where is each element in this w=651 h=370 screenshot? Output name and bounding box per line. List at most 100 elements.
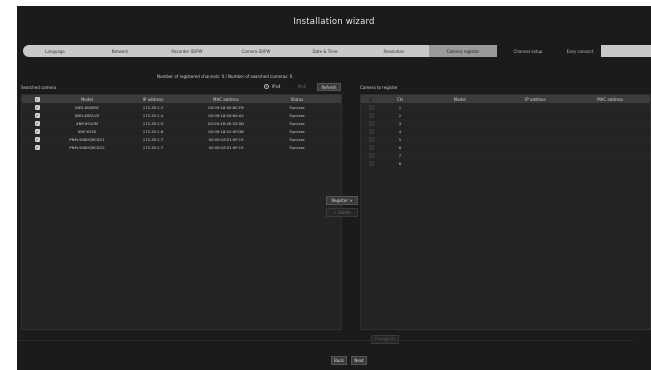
table-row[interactable]: 6 xyxy=(361,143,650,151)
table-row[interactable]: 5 xyxy=(361,135,650,143)
table-row[interactable]: ✓ XND-6080RF 172.30.1.3 00:09:18:50:8C:F… xyxy=(22,103,341,111)
next-button[interactable]: Next xyxy=(351,356,367,365)
searched-camera-label: Searched camera xyxy=(21,85,57,90)
tab-recorder-id-pw[interactable]: Recorder ID/PW xyxy=(153,45,221,57)
camera-to-register-table: CH Model IP address MAC address 1 2 3 4 … xyxy=(360,94,651,330)
cell-status: Success xyxy=(289,112,305,118)
delete-button[interactable]: < Delete xyxy=(326,208,358,217)
cell-status: Success xyxy=(289,120,305,126)
table-row[interactable]: 3 xyxy=(361,119,650,127)
header-ip: IP address xyxy=(142,96,164,102)
ipv6-label[interactable]: IPv6 xyxy=(298,84,307,89)
cell-model: XNP-6010M xyxy=(76,120,98,126)
table-row[interactable]: 1 xyxy=(361,103,650,111)
table-row[interactable]: 4 xyxy=(361,127,650,135)
tab-date-time[interactable]: Date & Time xyxy=(291,45,359,57)
cell-mac: 00:09:18:51:9F:19 xyxy=(208,144,244,150)
row-checkbox[interactable]: ✓ xyxy=(34,144,40,150)
cell-model: PNM-9080QRCSG1 xyxy=(69,136,105,142)
row-checkbox[interactable] xyxy=(368,104,374,110)
row-checkbox[interactable]: ✓ xyxy=(34,112,40,118)
cell-model: XND-6080RF xyxy=(74,104,100,110)
footer-divider xyxy=(17,340,633,341)
cell-status: Success xyxy=(289,136,305,142)
ip-mode-selector: IPv4 IPv6 xyxy=(264,84,306,89)
cell-model: PNM-9080QRCSG2 xyxy=(69,144,105,150)
window-title: Installation wizard xyxy=(293,17,375,27)
refresh-button[interactable]: Refresh xyxy=(317,83,341,91)
header-check: ✓ xyxy=(22,96,52,102)
tab-language[interactable]: Language xyxy=(23,45,87,57)
ipv4-label: IPv4 xyxy=(272,84,281,89)
cell-ch: 6 xyxy=(398,144,402,150)
cell-ch: 1 xyxy=(398,104,402,110)
cell-model: XND-8081VZ xyxy=(74,112,100,118)
table-row[interactable]: 8 xyxy=(361,159,650,167)
cell-status: Success xyxy=(289,144,305,150)
cell-ch: 7 xyxy=(398,152,402,158)
cell-mac: 00:09:18:51:9F:19 xyxy=(208,136,244,142)
cell-ip: 172.30.1.3 xyxy=(142,104,164,110)
header-mac: MAC address xyxy=(213,96,239,102)
row-checkbox[interactable] xyxy=(368,136,374,142)
cell-ch: 3 xyxy=(398,120,402,126)
header-mac: MAC address xyxy=(597,96,624,102)
row-checkbox[interactable]: ✓ xyxy=(34,128,40,134)
table-row[interactable]: ✓ XNP-6320 172.30.1.6 00:09:18:52:0F:DB … xyxy=(22,127,341,135)
row-checkbox[interactable]: ✓ xyxy=(34,120,40,126)
register-button[interactable]: Register > xyxy=(326,196,358,205)
header-status: Status xyxy=(290,96,304,102)
cell-mac: 00:09:18:50:64:A2 xyxy=(208,112,244,118)
row-checkbox[interactable] xyxy=(368,152,374,158)
table-header: ✓ Model IP address MAC address Status xyxy=(22,95,341,103)
tab-camera-register[interactable]: Camera register xyxy=(429,45,497,57)
row-checkbox[interactable] xyxy=(368,112,374,118)
header-model: Model xyxy=(80,96,93,102)
header-check xyxy=(361,96,381,102)
ipv4-radio[interactable] xyxy=(264,84,269,89)
table-row[interactable]: ✓ XNP-6010M 172.30.1.5 00:09:18:4E:52:0D… xyxy=(22,119,341,127)
cell-model: XNP-6320 xyxy=(77,128,97,134)
cell-ip: 172.30.1.5 xyxy=(142,120,164,126)
cell-ch: 5 xyxy=(398,136,402,142)
cell-ch: 2 xyxy=(398,112,402,118)
row-checkbox[interactable] xyxy=(368,144,374,150)
table-header: CH Model IP address MAC address xyxy=(361,95,650,103)
cell-ip: 172.30.1.7 xyxy=(142,136,164,142)
select-all-checkbox[interactable]: ✓ xyxy=(34,96,40,102)
row-checkbox[interactable]: ✓ xyxy=(34,104,40,110)
camera-to-register-label: Camera to register xyxy=(360,85,398,90)
row-checkbox[interactable] xyxy=(368,160,374,166)
cell-ip: 172.30.1.4 xyxy=(142,112,164,118)
registration-info: Number of registered channels: 0 / Numbe… xyxy=(157,74,293,79)
cell-mac: 00:09:18:50:8C:F6 xyxy=(208,104,244,110)
header-model: Model xyxy=(453,96,466,102)
cell-mac: 00:09:18:4E:52:0D xyxy=(208,120,244,126)
header-ip: IP address xyxy=(525,96,546,102)
back-button[interactable]: Back xyxy=(331,356,347,365)
table-row[interactable]: ✓ PNM-9080QRCSG1 172.30.1.7 00:09:18:51:… xyxy=(22,135,341,143)
tab-channel-setup[interactable]: Channel setup xyxy=(497,45,559,57)
tab-resolution[interactable]: Resolution xyxy=(359,45,429,57)
tab-camera-id-pw[interactable]: Camera ID/PW xyxy=(221,45,291,57)
row-checkbox[interactable]: ✓ xyxy=(34,136,40,142)
tab-network[interactable]: Network xyxy=(87,45,153,57)
cell-mac: 00:09:18:52:0F:DB xyxy=(208,128,244,134)
cell-ip: 172.30.1.7 xyxy=(142,144,164,150)
tab-easy-connect[interactable]: Easy connect xyxy=(559,45,601,57)
row-checkbox[interactable] xyxy=(368,120,374,126)
header-ch: CH xyxy=(396,96,403,102)
table-row[interactable]: ✓ XND-8081VZ 172.30.1.4 00:09:18:50:64:A… xyxy=(22,111,341,119)
wizard-steps: Language Network Recorder ID/PW Camera I… xyxy=(23,45,651,57)
cell-status: Success xyxy=(289,104,305,110)
row-checkbox[interactable] xyxy=(368,128,374,134)
searched-camera-table: ✓ Model IP address MAC address Status ✓ … xyxy=(21,94,342,330)
cell-status: Success xyxy=(289,128,305,134)
table-row[interactable]: ✓ PNM-9080QRCSG2 172.30.1.7 00:09:18:51:… xyxy=(22,143,341,151)
table-row[interactable]: 2 xyxy=(361,111,650,119)
wizard-screen: Installation wizard Language Network Rec… xyxy=(17,6,651,370)
table-row[interactable]: 7 xyxy=(361,151,650,159)
cell-ip: 172.30.1.6 xyxy=(142,128,164,134)
select-all-checkbox[interactable] xyxy=(368,96,374,102)
register-rows: 1 2 3 4 5 6 7 8 xyxy=(361,103,650,167)
